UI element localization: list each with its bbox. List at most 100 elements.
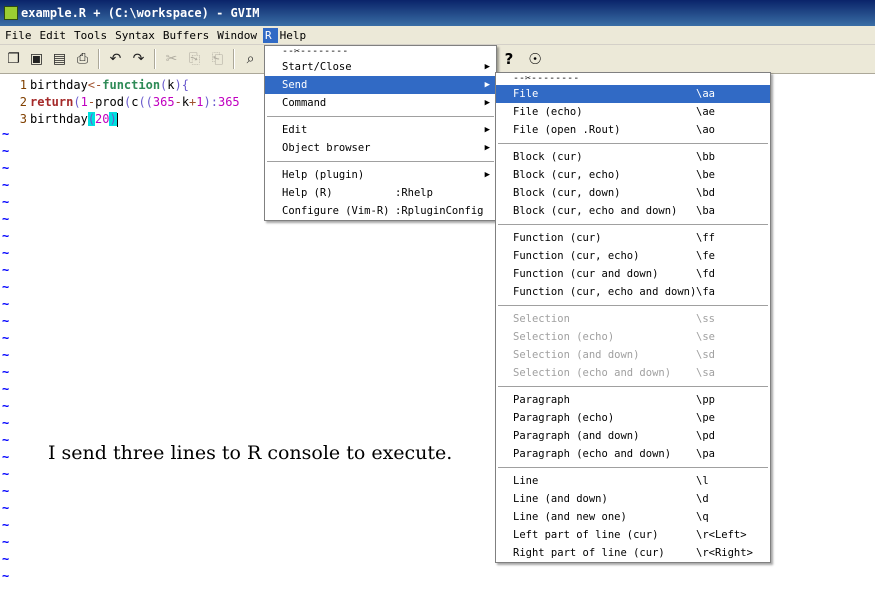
menu-tools[interactable]: Tools (72, 28, 113, 43)
menu-item-shortcut: \sd (696, 349, 715, 361)
send-menu-item-file-echo[interactable]: File (echo) \ae (496, 103, 770, 121)
code-token: ): (203, 95, 218, 109)
send-menu-item-paragraph-and-down[interactable]: Paragraph (and down) \pd (496, 427, 770, 445)
send-menu-item-function-cur-echo-and-down[interactable]: Function (cur, echo and down) \fa (496, 283, 770, 301)
code-token: - (174, 95, 182, 109)
menu-item-shortcut: \be (696, 169, 715, 181)
submenu-arrow-icon: ▶ (484, 98, 490, 108)
code-token: - (87, 95, 96, 109)
send-menu-item-paragraph[interactable]: Paragraph \pp (496, 391, 770, 409)
menu-item-shortcut: \pd (696, 430, 715, 442)
r-menu-item-edit[interactable]: Edit ▶ (265, 121, 496, 139)
menu-item-shortcut: \r<Right> (696, 547, 753, 559)
menu-file[interactable]: File (3, 28, 38, 43)
send-menu-item-selection-echo-and-down: Selection (echo and down) \sa (496, 364, 770, 382)
cut-icon[interactable]: ✂ (160, 48, 183, 70)
r-menu-item-command[interactable]: Command ▶ (265, 94, 496, 112)
menu-edit[interactable]: Edit (38, 28, 73, 43)
send-menu-item-right-part-of-line-cur[interactable]: Right part of line (cur) \r<Right> (496, 544, 770, 562)
menu-item-label: Selection (echo) (513, 331, 615, 343)
menu-syntax[interactable]: Syntax (113, 28, 161, 43)
paste-icon[interactable]: ⎗ (206, 48, 229, 70)
send-menu-item-selection-echo: Selection (echo) \se (496, 328, 770, 346)
send-menu-item-paragraph-echo-and-down[interactable]: Paragraph (echo and down) \pa (496, 445, 770, 463)
r-menu-item-start-close[interactable]: Start/Close ▶ (265, 58, 496, 76)
send-menu-item-block-cur-down[interactable]: Block (cur, down) \bd (496, 184, 770, 202)
send-menu-item-file[interactable]: File \aa (496, 85, 770, 103)
empty-line-tilde: ~ (2, 382, 10, 396)
send-menu-item-left-part-of-line-cur[interactable]: Left part of line (cur) \r<Left> (496, 526, 770, 544)
send-menu-item-block-cur-echo[interactable]: Block (cur, echo) \be (496, 166, 770, 184)
menu-item-shortcut: \ff (696, 232, 715, 244)
send-menu-item-block-cur-echo-and-down[interactable]: Block (cur, echo and down) \ba (496, 202, 770, 220)
menu-item-shortcut: \fe (696, 250, 715, 262)
menu-window[interactable]: Window (215, 28, 263, 43)
send-menu-item-function-cur-and-down[interactable]: Function (cur and down) \fd (496, 265, 770, 283)
save-icon[interactable]: ▣ (25, 48, 48, 70)
menu-separator (496, 301, 770, 310)
help-icon[interactable]: ? (498, 48, 520, 70)
menu-item-label: Function (cur and down) (513, 268, 659, 280)
redo-icon[interactable]: ↷ (127, 48, 150, 70)
menu-item-shortcut: \ae (696, 106, 715, 118)
save-all-icon[interactable]: ▤ (48, 48, 71, 70)
gvim-app-icon (4, 6, 18, 20)
empty-line-tilde: ~ (2, 416, 10, 430)
empty-line-tilde: ~ (2, 518, 10, 532)
r-menu-item-object-browser[interactable]: Object browser ▶ (265, 139, 496, 157)
menu-item-label: Function (cur, echo) (513, 250, 640, 262)
menu-buffers[interactable]: Buffers (161, 28, 215, 43)
code-token: function (102, 78, 161, 92)
r-menu-item-configure-vim-r[interactable]: Configure (Vim-R):RpluginConfig (265, 202, 496, 220)
menu-item-shortcut: :Rhelp (395, 187, 433, 199)
send-menu-item-line[interactable]: Line \l (496, 472, 770, 490)
copy-icon[interactable]: ⎘ (183, 48, 206, 70)
send-menu-tearoff[interactable]: --✂-------- (496, 73, 770, 85)
send-submenu: --✂-------- File \aa File (echo) \ae File (op… (495, 72, 771, 563)
code-token: 1 (196, 95, 204, 109)
empty-line-tilde: ~ (2, 144, 10, 158)
menu-item-label: Selection (and down) (513, 349, 640, 361)
menu-item-shortcut: \ba (696, 205, 715, 217)
code-line[interactable]: 2 return(1-prod(c((365-k+1):365 (0, 94, 240, 111)
send-menu-item-function-cur[interactable]: Function (cur) \ff (496, 229, 770, 247)
menu-item-label: Line (513, 475, 539, 487)
code-line[interactable]: 3 birthday(20) (0, 111, 118, 128)
r-menu-tearoff[interactable]: --✂-------- (265, 46, 496, 58)
menu-item-label: Help (plugin) (282, 169, 365, 181)
menu-item-label: Start/Close (282, 61, 352, 73)
find-help-icon[interactable]: ☉ (524, 48, 546, 70)
menu-item-shortcut: \fa (696, 286, 715, 298)
send-menu-item-function-cur-echo[interactable]: Function (cur, echo) \fe (496, 247, 770, 265)
send-menu-item-file-open-rout[interactable]: File (open .Rout) \ao (496, 121, 770, 139)
code-token: birthday (30, 78, 88, 92)
open-icon[interactable]: ❐ (2, 48, 25, 70)
submenu-arrow-icon: ▶ (484, 62, 490, 72)
r-menu-item-send[interactable]: Send ▶ (265, 76, 496, 94)
menu-item-label: Send (282, 79, 308, 91)
undo-icon[interactable]: ↶ (104, 48, 127, 70)
code-line[interactable]: 1 birthday<-function(k){ (0, 77, 189, 94)
send-menu-item-line-and-down[interactable]: Line (and down) \d (496, 490, 770, 508)
title-bar: example.R + (C:\workspace) - GVIM (0, 0, 875, 26)
submenu-arrow-icon: ▶ (484, 80, 490, 90)
menu-r[interactable]: R (262, 27, 278, 43)
menu-help[interactable]: Help (278, 28, 313, 43)
find-replace-icon[interactable]: ⌕ (239, 48, 262, 70)
menu-item-label: File (echo) (513, 106, 583, 118)
r-menu-item-help-r[interactable]: Help (R):Rhelp (265, 184, 496, 202)
code-token: k (181, 95, 190, 109)
toolbar-separator (233, 49, 235, 69)
menu-item-shortcut: \bb (696, 151, 715, 163)
menu-item-shortcut: \q (696, 511, 709, 523)
r-menu-item-help-plugin[interactable]: Help (plugin) ▶ (265, 166, 496, 184)
send-menu-item-line-and-new-one[interactable]: Line (and new one) \q (496, 508, 770, 526)
send-menu-item-block-cur[interactable]: Block (cur) \bb (496, 148, 770, 166)
empty-line-tilde: ~ (2, 212, 10, 226)
send-menu-item-paragraph-echo[interactable]: Paragraph (echo) \pe (496, 409, 770, 427)
empty-line-tilde: ~ (2, 263, 10, 277)
print-icon[interactable]: ⎙ (71, 48, 94, 70)
annotation-text: I send three lines to R console to execu… (48, 442, 453, 464)
menu-item-shortcut: \pe (696, 412, 715, 424)
empty-line-tilde: ~ (2, 280, 10, 294)
